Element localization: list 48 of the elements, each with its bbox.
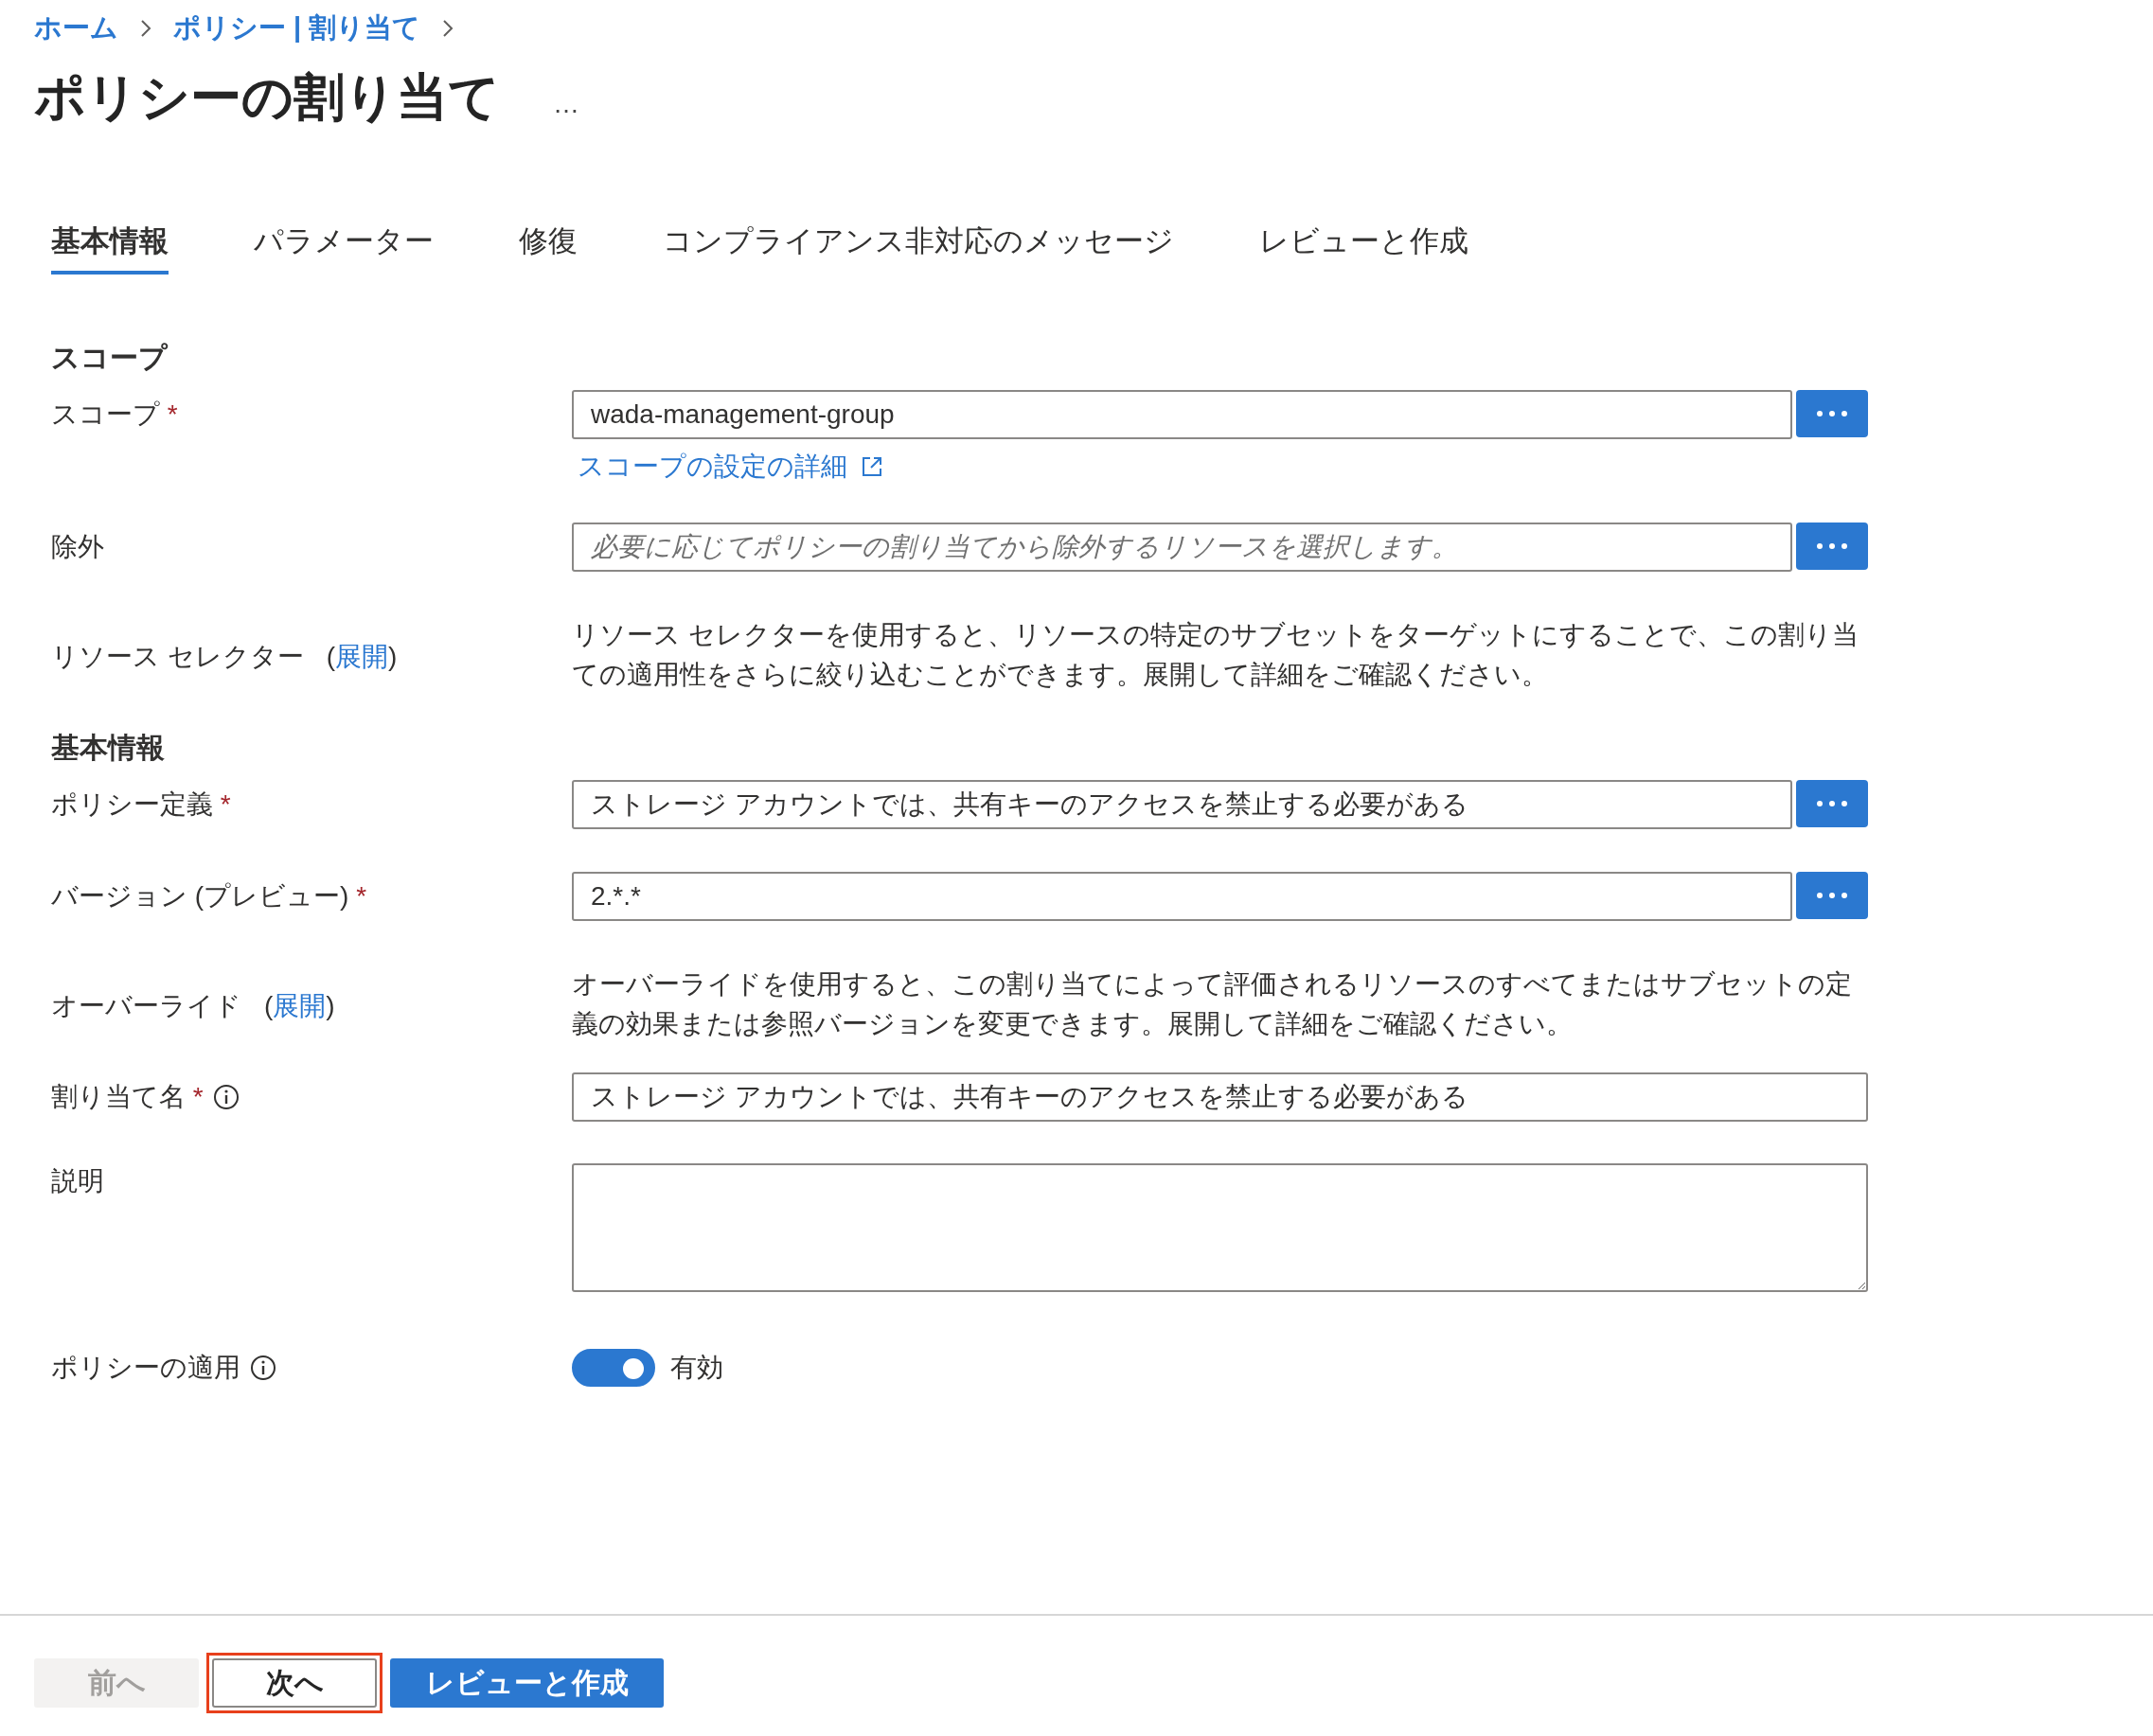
breadcrumb-link[interactable]: ポリシー | 割り当て xyxy=(173,9,421,47)
browse-button[interactable] xyxy=(1796,872,1868,919)
tab[interactable]: 修復 xyxy=(519,216,578,275)
page-title: ポリシーの割り当て xyxy=(34,66,500,127)
expand-link[interactable]: 展開 xyxy=(273,991,327,1020)
browse-button[interactable] xyxy=(1796,780,1868,827)
description-field[interactable] xyxy=(572,1163,1868,1292)
footer-button[interactable]: 次へ xyxy=(212,1658,377,1708)
field-label: オーバーライド xyxy=(51,990,241,1022)
section-heading: 基本情報 xyxy=(51,731,166,765)
more-options-button[interactable]: … xyxy=(553,76,579,119)
expand-link[interactable]: 展開 xyxy=(335,642,389,671)
text-field[interactable]: ストレージ アカウントでは、共有キーのアクセスを禁止する必要がある xyxy=(572,780,1792,829)
text-field[interactable]: 必要に応じてポリシーの割り当てから除外するリソースを選択します。 xyxy=(572,523,1792,572)
section-heading: スコープ xyxy=(51,341,169,375)
browse-button[interactable] xyxy=(1796,390,1868,437)
chevron-right-icon xyxy=(441,19,455,38)
learn-more-link[interactable]: スコープの設定の詳細 xyxy=(578,449,1868,485)
tab[interactable]: レビューと作成 xyxy=(1259,216,1468,275)
description-text: オーバーライドを使用すると、この割り当てによって評価されるリソースのすべてまたはサブセットの定義の効果または参照バージョンを変更できます。展開して詳細をご確認ください。 xyxy=(572,968,1853,1040)
tab[interactable]: パラメーター xyxy=(254,216,434,275)
expand-link-text: (展開) xyxy=(326,641,398,673)
tab[interactable]: 基本情報 xyxy=(51,216,169,275)
footer-button[interactable]: レビューと作成 xyxy=(390,1658,664,1708)
description-text: リソース セレクターを使用すると、リソースの特定のサブセットをターゲットにすることで、この割り当ての適用性をさらに絞り込むことができます。展開して詳細をご確認ください。 xyxy=(572,619,1859,691)
field-label: 割り当て名 * xyxy=(51,1081,204,1113)
more-icon xyxy=(1816,542,1848,550)
text-field[interactable]: wada-management-group xyxy=(572,390,1792,439)
more-icon xyxy=(1816,410,1848,417)
toggle-state-label: 有効 xyxy=(670,1352,723,1384)
text-field[interactable]: ストレージ アカウントでは、共有キーのアクセスを禁止する必要がある xyxy=(572,1072,1868,1122)
tab[interactable]: コンプライアンス非対応のメッセージ xyxy=(663,216,1174,275)
field-label: 除外 xyxy=(51,531,104,563)
breadcrumb-link[interactable]: ホーム xyxy=(34,9,118,47)
field-label: バージョン (プレビュー) * xyxy=(51,880,367,912)
external-link-icon xyxy=(861,455,883,478)
field-label: 説明 xyxy=(51,1165,104,1197)
field-label: リソース セレクター xyxy=(51,641,304,673)
browse-button[interactable] xyxy=(1796,523,1868,570)
more-icon xyxy=(1816,800,1848,807)
expand-link-text: (展開) xyxy=(264,990,335,1022)
field-label: ポリシーの適用 xyxy=(51,1352,240,1384)
text-field[interactable]: 2.*.* xyxy=(572,872,1792,921)
field-label: ポリシー定義 * xyxy=(51,788,231,821)
more-icon xyxy=(1816,892,1848,899)
field-label: スコープ * xyxy=(51,399,178,431)
toggle-switch[interactable] xyxy=(572,1349,655,1387)
chevron-right-icon xyxy=(139,19,152,38)
